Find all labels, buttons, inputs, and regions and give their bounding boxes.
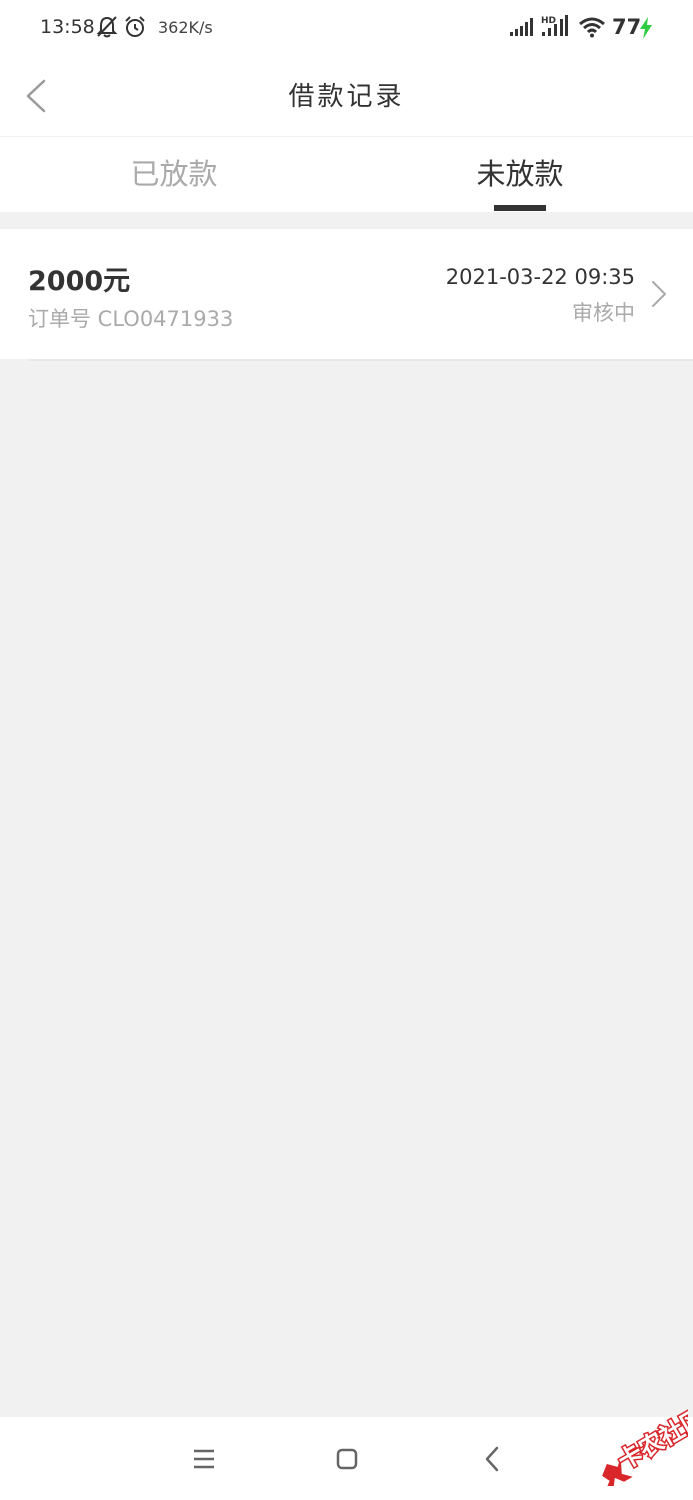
battery-level: 77 xyxy=(612,15,642,39)
tab-bar: 已放款 未放款 xyxy=(0,136,693,212)
status-bar: 13:58 362K/s HD 77 xyxy=(0,0,693,56)
tab-disbursed[interactable]: 已放款 xyxy=(74,151,274,193)
active-tab-indicator xyxy=(494,205,546,211)
back-triangle-icon[interactable] xyxy=(472,1439,512,1479)
order-number: 订单号 CLO0471933 xyxy=(28,307,234,331)
header: 借款记录 xyxy=(0,56,693,136)
tab-pending[interactable]: 未放款 xyxy=(420,151,620,193)
watermark-text: 卡农社区 xyxy=(613,1406,688,1475)
signal-icon xyxy=(510,18,533,36)
loan-datetime: 2021-03-22 09:35 xyxy=(445,265,635,289)
loan-amount: 2000元 xyxy=(28,266,131,297)
bell-off-icon xyxy=(96,16,118,38)
record-divider xyxy=(28,359,693,361)
watermark-logo: 卡农社区 xyxy=(602,1406,688,1486)
home-square-icon[interactable] xyxy=(327,1439,367,1479)
loan-record-item[interactable]: 2000元 订单号 CLO0471933 2021-03-22 09:35 审核… xyxy=(0,229,693,359)
hd-signal-icon: HD xyxy=(541,15,568,36)
page-title: 借款记录 xyxy=(288,82,405,112)
wifi-icon xyxy=(579,17,605,38)
status-time: 13:58 xyxy=(40,16,95,38)
menu-icon[interactable] xyxy=(184,1439,224,1479)
alarm-icon xyxy=(125,16,145,37)
chevron-right-icon xyxy=(652,281,666,307)
charging-icon xyxy=(640,17,652,39)
loan-status: 审核中 xyxy=(572,301,635,325)
svg-text:HD: HD xyxy=(541,16,556,26)
network-speed: 362K/s xyxy=(158,18,213,37)
